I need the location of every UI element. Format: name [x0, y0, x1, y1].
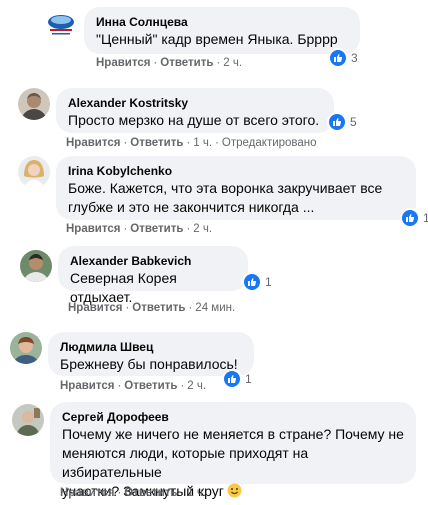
comment-author[interactable]: Людмила Швец — [60, 339, 242, 355]
like-button[interactable]: Нравится — [66, 137, 120, 149]
comment-actions: Нравится · Ответить · 2 ч. — [60, 380, 207, 392]
thumbs-up-icon — [242, 272, 262, 292]
user-photo-icon — [20, 250, 52, 282]
comment-5: Людмила Швец Брежневу бы понравилось! 1 … — [0, 322, 428, 396]
comment-author[interactable]: Irina Kobylchenko — [68, 163, 404, 179]
comment-time[interactable]: 24 мин. — [195, 302, 235, 314]
comment-text-line: меняются люди, которые приходят на избир… — [62, 445, 309, 480]
reply-button[interactable]: Ответить — [124, 487, 177, 499]
thumbs-up-icon — [327, 112, 347, 132]
comment-author[interactable]: Alexander Babkevich — [70, 253, 236, 269]
reply-button[interactable]: Ответить — [130, 137, 183, 149]
comment-text: Брежневу бы понравилось! — [60, 356, 238, 372]
comment-3: Irina Kobylchenko Боже. Кажется, что эта… — [0, 150, 428, 236]
comment-actions: Нравится · Ответить · 1 ч. — [60, 487, 207, 499]
comment-text-line: Боже. Кажется, что эта воронка закручива… — [68, 180, 383, 196]
reaction-summary[interactable]: 5 — [327, 112, 357, 132]
edited-label[interactable]: Отредактировано — [222, 137, 317, 149]
comment-actions: Нравится · Ответить · 2 ч. — [66, 223, 213, 235]
reply-button[interactable]: Ответить — [124, 380, 177, 392]
like-button[interactable]: Нравится — [60, 380, 114, 392]
comment-bubble: Инна Солнцева "Ценный" кадр времен Яныка… — [84, 7, 360, 54]
comment-text: "Ценный" кадр времен Яныка. Брррр — [96, 31, 338, 47]
comment-time[interactable]: 2 ч. — [223, 57, 242, 69]
reaction-summary[interactable]: 3 — [328, 48, 358, 68]
comment-bubble: Alexander Babkevich Северная Корея отдых… — [58, 246, 248, 305]
comment-author[interactable]: Сергей Дорофеев — [62, 409, 404, 425]
comment-author[interactable]: Инна Солнцева — [96, 14, 348, 30]
reaction-count: 1 — [265, 275, 272, 289]
avatar[interactable] — [12, 404, 44, 436]
thumbs-up-icon — [328, 48, 348, 68]
reaction-summary[interactable]: 1 — [242, 272, 272, 292]
comment-time[interactable]: 2 ч. — [193, 223, 212, 235]
avatar[interactable] — [20, 250, 52, 282]
reaction-count: 5 — [350, 115, 357, 129]
thumbs-up-icon — [400, 208, 420, 228]
logo-icon — [44, 8, 78, 42]
reaction-summary[interactable]: 1 — [400, 208, 428, 228]
thumbs-up-icon — [222, 369, 242, 389]
user-photo-icon — [12, 404, 44, 436]
reaction-count: 1 — [423, 211, 428, 225]
user-photo-icon — [10, 332, 42, 364]
user-photo-icon — [18, 156, 50, 188]
comment-actions: Нравится · Ответить · 24 мин. — [68, 302, 236, 314]
comment-text-line: глубже и это не закончится никогда ... — [68, 199, 315, 215]
comment-6: Сергей Дорофеев Почему же ничего не меня… — [0, 396, 428, 505]
comment-actions: Нравится · Ответить · 2 ч. — [96, 57, 243, 69]
like-button[interactable]: Нравится — [96, 57, 150, 69]
comment-bubble: Irina Kobylchenko Боже. Кажется, что эта… — [56, 156, 416, 220]
like-button[interactable]: Нравится — [66, 223, 120, 235]
avatar[interactable] — [44, 8, 78, 42]
reply-button[interactable]: Ответить — [160, 57, 213, 69]
comment-text: Просто мерзко на душе от всего этого. — [68, 112, 320, 128]
comment-1: Инна Солнцева "Ценный" кадр времен Яныка… — [0, 0, 428, 80]
reaction-count: 3 — [351, 51, 358, 65]
comment-2: Alexander Kostritsky Просто мерзко на ду… — [0, 80, 428, 149]
comment-time[interactable]: 2 ч. — [187, 380, 206, 392]
comment-actions: Нравится · Ответить · 1 ч. · Отредактировано — [66, 137, 317, 149]
comment-text-line: Почему же ничего не меняется в стране? П… — [62, 426, 404, 442]
like-button[interactable]: Нравится — [68, 302, 122, 314]
comment-bubble: Alexander Kostritsky Просто мерзко на ду… — [56, 88, 334, 133]
reaction-count: 1 — [245, 372, 252, 386]
reply-button[interactable]: Ответить — [130, 223, 183, 235]
smiling-face-icon — [227, 483, 242, 503]
avatar[interactable] — [10, 332, 42, 364]
comment-author[interactable]: Alexander Kostritsky — [68, 95, 322, 111]
reply-button[interactable]: Ответить — [132, 302, 185, 314]
comment-time[interactable]: 1 ч. — [187, 487, 206, 499]
user-photo-icon — [18, 88, 50, 120]
comment-4: Alexander Babkevich Северная Корея отдых… — [0, 238, 428, 318]
avatar[interactable] — [18, 88, 50, 120]
avatar[interactable] — [18, 156, 50, 188]
comment-bubble: Сергей Дорофеев Почему же ничего не меня… — [50, 402, 416, 499]
like-button[interactable]: Нравится — [60, 487, 114, 499]
reaction-summary[interactable]: 1 — [222, 369, 252, 389]
comment-time[interactable]: 1 ч. — [193, 137, 212, 149]
